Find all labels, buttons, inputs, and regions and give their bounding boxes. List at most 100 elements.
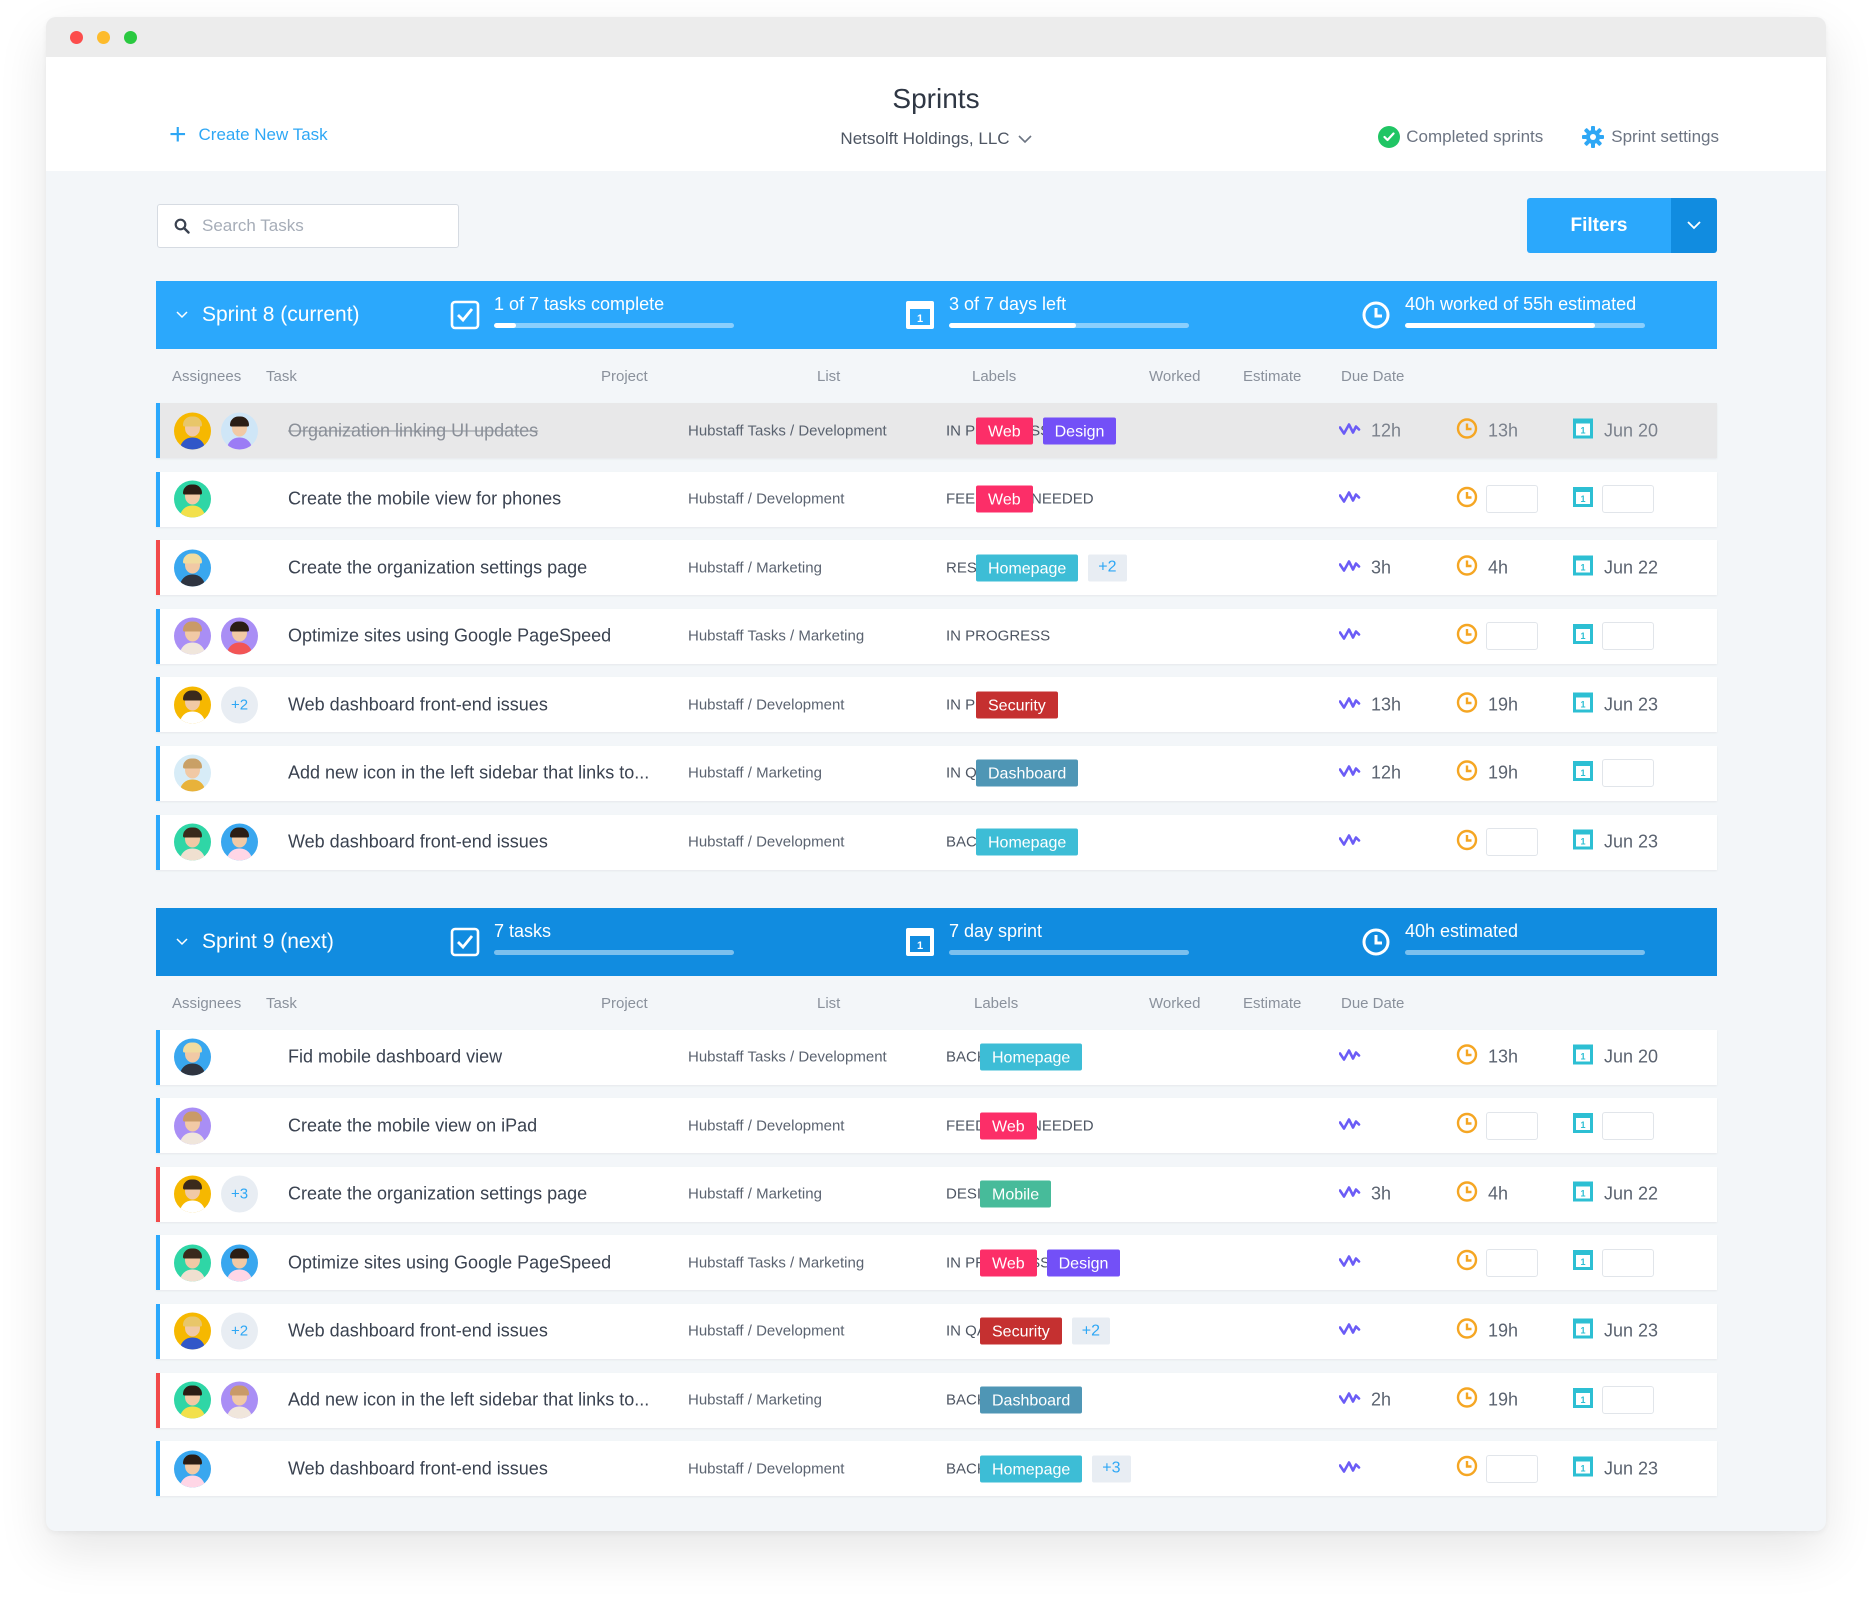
task-row[interactable]: Web dashboard front-end issues Hubstaff /… — [156, 1441, 1717, 1497]
avatar[interactable] — [174, 617, 211, 655]
avatar[interactable] — [174, 1381, 211, 1419]
estimate-input[interactable] — [1486, 622, 1538, 651]
estimate-input[interactable] — [1486, 828, 1538, 857]
avatar[interactable] — [221, 1381, 258, 1419]
label-badge[interactable]: Design — [1046, 1249, 1121, 1277]
sprint-settings-link[interactable]: Sprint settings — [1581, 125, 1719, 149]
task-title[interactable]: Organization linking UI updates — [288, 420, 538, 441]
column-header-project[interactable]: Project — [601, 995, 648, 1012]
column-header-assignees[interactable]: Assignees — [172, 368, 241, 385]
column-header-assignees[interactable]: Assignees — [172, 995, 241, 1012]
task-row[interactable]: +3 Create the organization settings page H… — [156, 1166, 1717, 1222]
column-header-estimate[interactable]: Estimate — [1243, 368, 1301, 385]
column-header-task[interactable]: Task — [266, 995, 297, 1012]
task-row[interactable]: Optimize sites using Google PageSpeed Hub… — [156, 608, 1717, 664]
column-header-list[interactable]: List — [817, 995, 840, 1012]
task-row[interactable]: Fid mobile dashboard view Hubstaff Tasks … — [156, 1029, 1717, 1085]
more-labels-badge[interactable]: +3 — [1092, 1455, 1131, 1483]
task-title[interactable]: Fid mobile dashboard view — [288, 1047, 502, 1068]
column-header-worked[interactable]: Worked — [1149, 368, 1200, 385]
task-row[interactable]: Organization linking UI updates Hubstaff … — [156, 403, 1717, 458]
avatar[interactable] — [174, 1450, 211, 1488]
label-badge[interactable]: Homepage — [976, 828, 1079, 856]
maximize-window-button[interactable] — [124, 31, 137, 44]
due-date-input[interactable] — [1602, 1111, 1654, 1140]
column-header-list[interactable]: List — [817, 368, 840, 385]
avatar[interactable] — [174, 412, 211, 449]
avatar[interactable] — [174, 549, 211, 587]
due-date-input[interactable] — [1602, 1248, 1654, 1277]
due-date-input[interactable] — [1602, 759, 1654, 788]
organization-dropdown[interactable]: Netsolft Holdings, LLC — [840, 129, 1032, 149]
avatar[interactable] — [174, 1175, 211, 1213]
task-row[interactable]: Add new icon in the left sidebar that li… — [156, 745, 1717, 801]
task-title[interactable]: Create the organization settings page — [288, 1184, 587, 1205]
column-header-due-date[interactable]: Due Date — [1341, 995, 1404, 1012]
task-title[interactable]: Create the mobile view on iPad — [288, 1115, 537, 1136]
more-labels-badge[interactable]: +2 — [1088, 554, 1127, 582]
completed-sprints-link[interactable]: Completed sprints — [1378, 126, 1543, 148]
task-title[interactable]: Add new icon in the left sidebar that li… — [288, 763, 649, 784]
estimate-input[interactable] — [1486, 1454, 1538, 1483]
sprint-toggle[interactable]: Sprint 9 (next) — [176, 930, 334, 954]
task-row[interactable]: +2 Web dashboard front-end issues Hubstaff… — [156, 1303, 1717, 1359]
task-title[interactable]: Web dashboard front-end issues — [288, 1321, 548, 1342]
label-badge[interactable]: Dashboard — [980, 1386, 1083, 1414]
label-badge[interactable]: Homepage — [980, 1043, 1083, 1071]
column-header-due-date[interactable]: Due Date — [1341, 368, 1404, 385]
label-badge[interactable]: Security — [976, 691, 1058, 719]
avatar[interactable] — [174, 1107, 211, 1145]
avatar[interactable] — [174, 1312, 211, 1350]
avatar[interactable] — [174, 823, 211, 861]
task-row[interactable]: Optimize sites using Google PageSpeed Hub… — [156, 1235, 1717, 1291]
label-badge[interactable]: Homepage — [980, 1455, 1083, 1483]
estimate-input[interactable] — [1486, 1111, 1538, 1140]
column-header-labels[interactable]: Labels — [974, 995, 1018, 1012]
column-header-labels[interactable]: Labels — [972, 368, 1016, 385]
label-badge[interactable]: Web — [976, 417, 1033, 444]
avatar[interactable] — [221, 412, 258, 449]
label-badge[interactable]: Homepage — [976, 554, 1079, 582]
label-badge[interactable]: Web — [976, 485, 1033, 513]
due-date-input[interactable] — [1602, 1386, 1654, 1415]
column-header-worked[interactable]: Worked — [1149, 995, 1200, 1012]
avatar[interactable] — [174, 754, 211, 792]
avatar[interactable] — [174, 686, 211, 724]
avatar[interactable] — [221, 617, 258, 655]
avatar[interactable] — [174, 1038, 211, 1076]
estimate-input[interactable] — [1486, 485, 1538, 514]
label-badge[interactable]: Dashboard — [976, 759, 1079, 787]
column-header-task[interactable]: Task — [266, 368, 297, 385]
task-title[interactable]: Create the organization settings page — [288, 557, 587, 578]
task-title[interactable]: Web dashboard front-end issues — [288, 694, 548, 715]
filters-dropdown-button[interactable] — [1671, 198, 1717, 253]
task-title[interactable]: Optimize sites using Google PageSpeed — [288, 626, 611, 647]
search-box[interactable] — [157, 204, 459, 248]
search-input[interactable] — [202, 216, 442, 236]
sprint-toggle[interactable]: Sprint 8 (current) — [176, 303, 360, 327]
more-labels-badge[interactable]: +2 — [1071, 1317, 1111, 1345]
avatar[interactable] — [221, 823, 258, 861]
avatar[interactable] — [174, 1244, 211, 1282]
label-badge[interactable]: Design — [1042, 417, 1117, 444]
avatar[interactable] — [174, 480, 211, 518]
task-title[interactable]: Create the mobile view for phones — [288, 489, 561, 510]
task-row[interactable]: Create the mobile view on iPad Hubstaff /… — [156, 1098, 1717, 1154]
minimize-window-button[interactable] — [97, 31, 110, 44]
avatar[interactable] — [221, 1244, 258, 1282]
task-title[interactable]: Add new icon in the left sidebar that li… — [288, 1390, 649, 1411]
label-badge[interactable]: Web — [980, 1249, 1037, 1277]
due-date-input[interactable] — [1602, 485, 1654, 514]
more-assignees-badge[interactable]: +2 — [221, 686, 258, 724]
label-badge[interactable]: Security — [980, 1317, 1062, 1345]
close-window-button[interactable] — [70, 31, 83, 44]
estimate-input[interactable] — [1486, 1248, 1538, 1277]
task-row[interactable]: Create the mobile view for phones Hubstaf… — [156, 471, 1717, 527]
due-date-input[interactable] — [1602, 622, 1654, 651]
task-row[interactable]: Web dashboard front-end issues Hubstaff /… — [156, 814, 1717, 870]
column-header-project[interactable]: Project — [601, 368, 648, 385]
more-assignees-badge[interactable]: +2 — [221, 1312, 258, 1350]
task-row[interactable]: Add new icon in the left sidebar that li… — [156, 1372, 1717, 1428]
task-title[interactable]: Web dashboard front-end issues — [288, 832, 548, 853]
task-row[interactable]: +2 Web dashboard front-end issues Hubstaff… — [156, 677, 1717, 733]
